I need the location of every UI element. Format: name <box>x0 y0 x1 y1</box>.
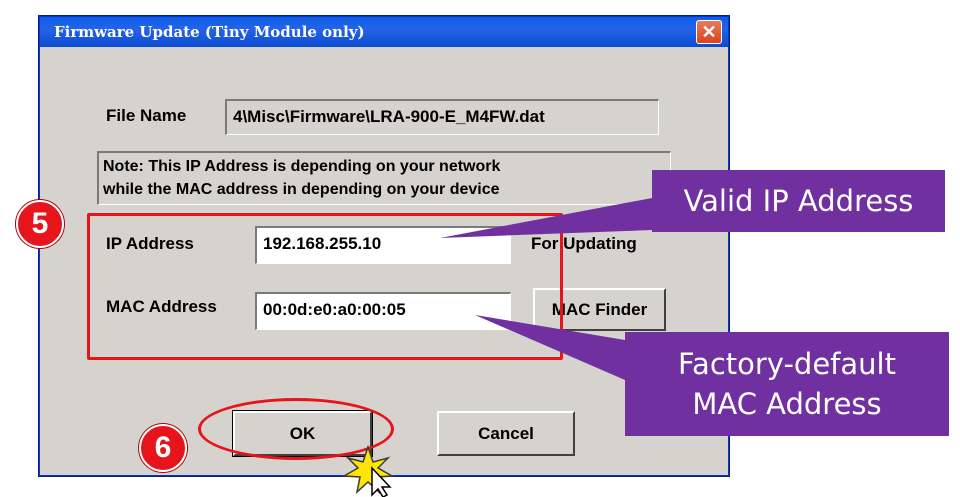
ip-callout-pointer <box>440 198 652 238</box>
factory-mac-callout-line-2: MAC Address <box>692 387 882 421</box>
factory-mac-callout: Factory-default MAC Address <box>625 332 949 436</box>
valid-ip-callout-text: Valid IP Address <box>683 184 914 218</box>
factory-mac-callout-line-1: Factory-default <box>678 347 896 381</box>
mac-callout-pointer <box>475 315 625 380</box>
valid-ip-callout: Valid IP Address <box>652 170 945 232</box>
click-burst-icon <box>341 444 395 497</box>
